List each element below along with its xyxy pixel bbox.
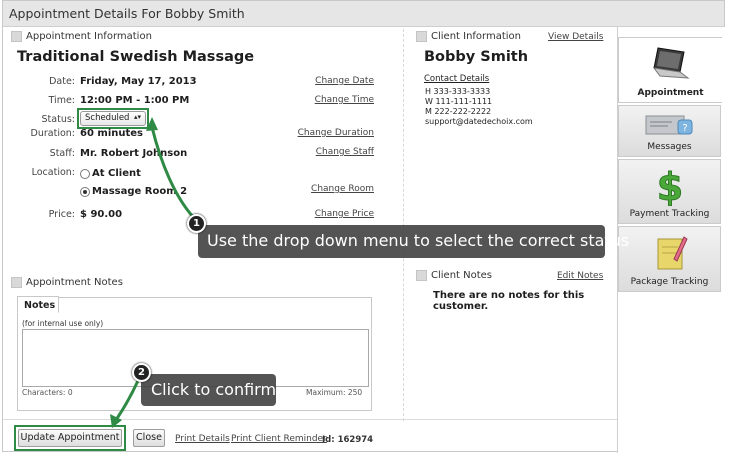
callout-1-badge: 1	[187, 214, 206, 233]
callout-1-tooltip: Use the drop down menu to select the cor…	[198, 225, 629, 258]
callout-2-arrow	[114, 375, 142, 421]
callout-1-text: Use the drop down menu to select the cor…	[207, 231, 630, 250]
callout-1-arrow	[150, 126, 200, 224]
callout-2-badge: 2	[132, 363, 151, 382]
callout-1-arrowhead	[146, 117, 158, 131]
callout-2-text: Click to confirm	[151, 380, 277, 399]
callout-2-tooltip: Click to confirm	[141, 374, 276, 406]
